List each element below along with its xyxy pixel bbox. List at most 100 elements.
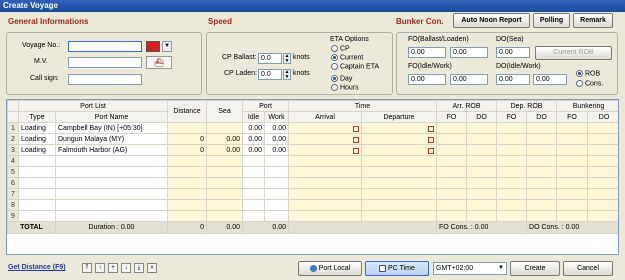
cell-arr-do[interactable] <box>466 188 498 200</box>
cell-arrival[interactable] <box>288 199 362 211</box>
cell-work[interactable] <box>264 188 289 200</box>
cell-departure[interactable] <box>360 188 438 200</box>
cell-work[interactable]: 0.00 <box>264 122 289 134</box>
cell-sea[interactable] <box>206 210 243 222</box>
cell-bunk-do[interactable] <box>587 166 618 178</box>
cell-sea[interactable]: 0.00 <box>206 133 243 145</box>
cell-arr-do[interactable] <box>466 133 498 145</box>
calendar-icon[interactable] <box>353 147 359 154</box>
ship-picker-icon[interactable]: ⛴ <box>146 56 172 69</box>
cell-departure[interactable] <box>360 122 438 134</box>
cell-distance[interactable] <box>167 188 207 200</box>
table-row[interactable]: 5 <box>7 166 618 178</box>
cp-ballast-input[interactable]: 0.0 <box>258 53 282 64</box>
cell-arr-fo[interactable] <box>436 144 468 156</box>
get-distance-link[interactable]: Get Distance (F9) <box>8 264 66 271</box>
rob-option[interactable]: ROB <box>576 70 600 78</box>
table-row[interactable]: 3 Loading Falmouth Harbor (AG) 0 0.00 0.00 0.0… <box>7 144 618 156</box>
calendar-icon[interactable] <box>428 136 435 143</box>
cell-dep-fo[interactable] <box>496 166 528 178</box>
cell-dep-fo[interactable] <box>496 188 528 200</box>
cell-bunk-do[interactable] <box>587 155 618 167</box>
cell-arr-fo[interactable] <box>436 155 468 167</box>
cell-distance[interactable] <box>167 122 207 134</box>
cell-dep-do[interactable] <box>526 177 558 189</box>
cell-distance[interactable] <box>167 155 207 167</box>
cell-arrival[interactable] <box>288 144 362 156</box>
cell-idle[interactable]: 0.00 <box>242 144 265 156</box>
cell-type[interactable] <box>18 188 56 200</box>
color-dropdown-button[interactable]: ▼ <box>162 41 172 52</box>
cell-idle[interactable] <box>242 210 265 222</box>
cell-type[interactable]: Loading <box>18 144 56 156</box>
cell-bunk-fo[interactable] <box>556 188 589 200</box>
cell-departure[interactable] <box>360 210 438 222</box>
eta-option-current[interactable]: Current <box>331 54 363 62</box>
port-local-button[interactable]: Port Local <box>298 261 362 276</box>
cell-port-name[interactable] <box>55 199 168 211</box>
remark-button[interactable]: Remark <box>573 13 613 28</box>
cell-bunk-fo[interactable] <box>556 199 589 211</box>
cell-port-name[interactable]: Falmouth Harbor (AG) <box>55 144 168 156</box>
table-row[interactable]: 2 Loading Dungun Malaya (MY) 0 0.00 0.00 0.00 <box>7 133 618 145</box>
cell-bunk-fo[interactable] <box>556 177 589 189</box>
cell-dep-fo[interactable] <box>496 144 528 156</box>
cell-arr-do[interactable] <box>466 199 498 211</box>
table-row[interactable]: 6 <box>7 177 618 189</box>
cell-dep-fo[interactable] <box>496 155 528 167</box>
voyage-color-swatch[interactable] <box>146 41 160 52</box>
cell-sea[interactable] <box>206 155 243 167</box>
cell-departure[interactable] <box>360 177 438 189</box>
table-row[interactable]: 9 <box>7 210 618 222</box>
unit-option-hours[interactable]: Hours <box>331 84 359 92</box>
cell-type[interactable] <box>18 210 56 222</box>
cell-distance[interactable]: 0 <box>167 144 207 156</box>
cell-port-name[interactable] <box>55 210 168 222</box>
cell-idle[interactable]: 0.00 <box>242 133 265 145</box>
cell-dep-do[interactable] <box>526 166 558 178</box>
cell-arr-fo[interactable] <box>436 199 468 211</box>
cell-dep-do[interactable] <box>526 144 558 156</box>
cell-bunk-fo[interactable] <box>556 155 589 167</box>
cell-port-name[interactable] <box>55 155 168 167</box>
cell-distance[interactable] <box>167 199 207 211</box>
cell-sea[interactable] <box>206 177 243 189</box>
cell-sea[interactable] <box>206 166 243 178</box>
voyage-grid[interactable]: Port List Distance Sea Port Time Arr. RO… <box>6 99 619 255</box>
cell-arrival[interactable] <box>288 122 362 134</box>
cell-arr-fo[interactable] <box>436 133 468 145</box>
cell-arr-fo[interactable] <box>436 177 468 189</box>
pc-time-button[interactable]: PC Time <box>365 261 429 276</box>
cell-arrival[interactable] <box>288 133 362 145</box>
cell-distance[interactable]: 0 <box>167 133 207 145</box>
cell-arr-do[interactable] <box>466 122 498 134</box>
eta-option-captain[interactable]: Captain ETA <box>331 63 379 71</box>
cell-bunk-do[interactable] <box>587 210 618 222</box>
cell-arrival[interactable] <box>288 166 362 178</box>
unit-option-day[interactable]: Day <box>331 75 352 83</box>
cell-bunk-do[interactable] <box>587 188 618 200</box>
cell-port-name[interactable] <box>55 166 168 178</box>
cell-arrival[interactable] <box>288 177 362 189</box>
cell-dep-do[interactable] <box>526 199 558 211</box>
calendar-icon[interactable] <box>428 147 435 154</box>
cell-arr-fo[interactable] <box>436 166 468 178</box>
cell-type[interactable] <box>18 155 56 167</box>
timezone-select[interactable]: GMT+02:00 ▼ <box>433 262 507 275</box>
cell-bunk-fo[interactable] <box>556 166 589 178</box>
do-work-input[interactable]: 0.00 <box>533 74 567 85</box>
cell-dep-do[interactable] <box>526 122 558 134</box>
fo-ballast-input[interactable]: 0.00 <box>408 47 446 58</box>
cp-laden-input[interactable]: 0.0 <box>258 69 282 80</box>
calendar-icon[interactable] <box>353 136 359 143</box>
cell-idle[interactable] <box>242 155 265 167</box>
cell-idle[interactable] <box>242 166 265 178</box>
cp-ballast-spinner[interactable]: ▲ ▼ <box>283 53 291 64</box>
move-top-icon[interactable]: ⤒ <box>82 263 92 273</box>
cell-dep-fo[interactable] <box>496 177 528 189</box>
cell-idle[interactable] <box>242 188 265 200</box>
cell-sea[interactable] <box>206 199 243 211</box>
cell-dep-do[interactable] <box>526 188 558 200</box>
cell-bunk-fo[interactable] <box>556 210 589 222</box>
cell-distance[interactable] <box>167 177 207 189</box>
